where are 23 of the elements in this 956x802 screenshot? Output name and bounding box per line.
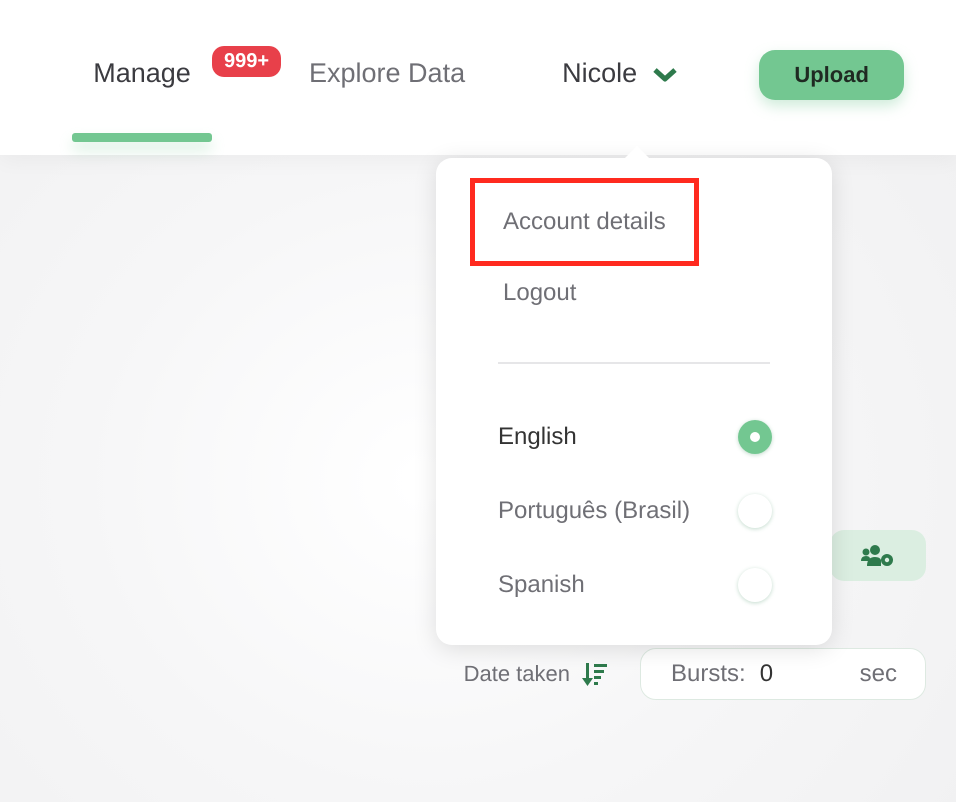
count-badge: 999+	[212, 46, 282, 77]
upload-button[interactable]: Upload	[759, 50, 904, 100]
sort-button[interactable]: Date taken	[464, 661, 608, 687]
unit-label: sec	[860, 660, 897, 688]
menu-item[interactable]: Account details	[470, 178, 699, 266]
radio-button[interactable]	[738, 420, 772, 454]
language-option[interactable]: English	[498, 400, 770, 474]
sort-descending-icon	[582, 661, 608, 687]
language-label: Português (Brasil)	[498, 497, 690, 525]
language-label: English	[498, 423, 577, 451]
nav-tab[interactable]: Explore Data	[309, 58, 466, 89]
users-gear-icon	[861, 544, 895, 568]
language-option[interactable]: Português (Brasil)	[498, 474, 770, 548]
nav-tab[interactable]: Manage	[93, 58, 191, 89]
chevron-icon	[653, 66, 678, 82]
radio-button[interactable]	[738, 568, 772, 602]
bursts-label: Bursts:	[671, 660, 746, 688]
user-menu-toggle[interactable]: Nicole	[562, 58, 678, 89]
radio-button[interactable]	[738, 494, 772, 528]
language-option[interactable]: Spanish	[498, 548, 770, 622]
bursts-input[interactable]: 0	[760, 660, 820, 688]
group-settings-button[interactable]	[830, 530, 926, 581]
language-label: Spanish	[498, 571, 585, 599]
